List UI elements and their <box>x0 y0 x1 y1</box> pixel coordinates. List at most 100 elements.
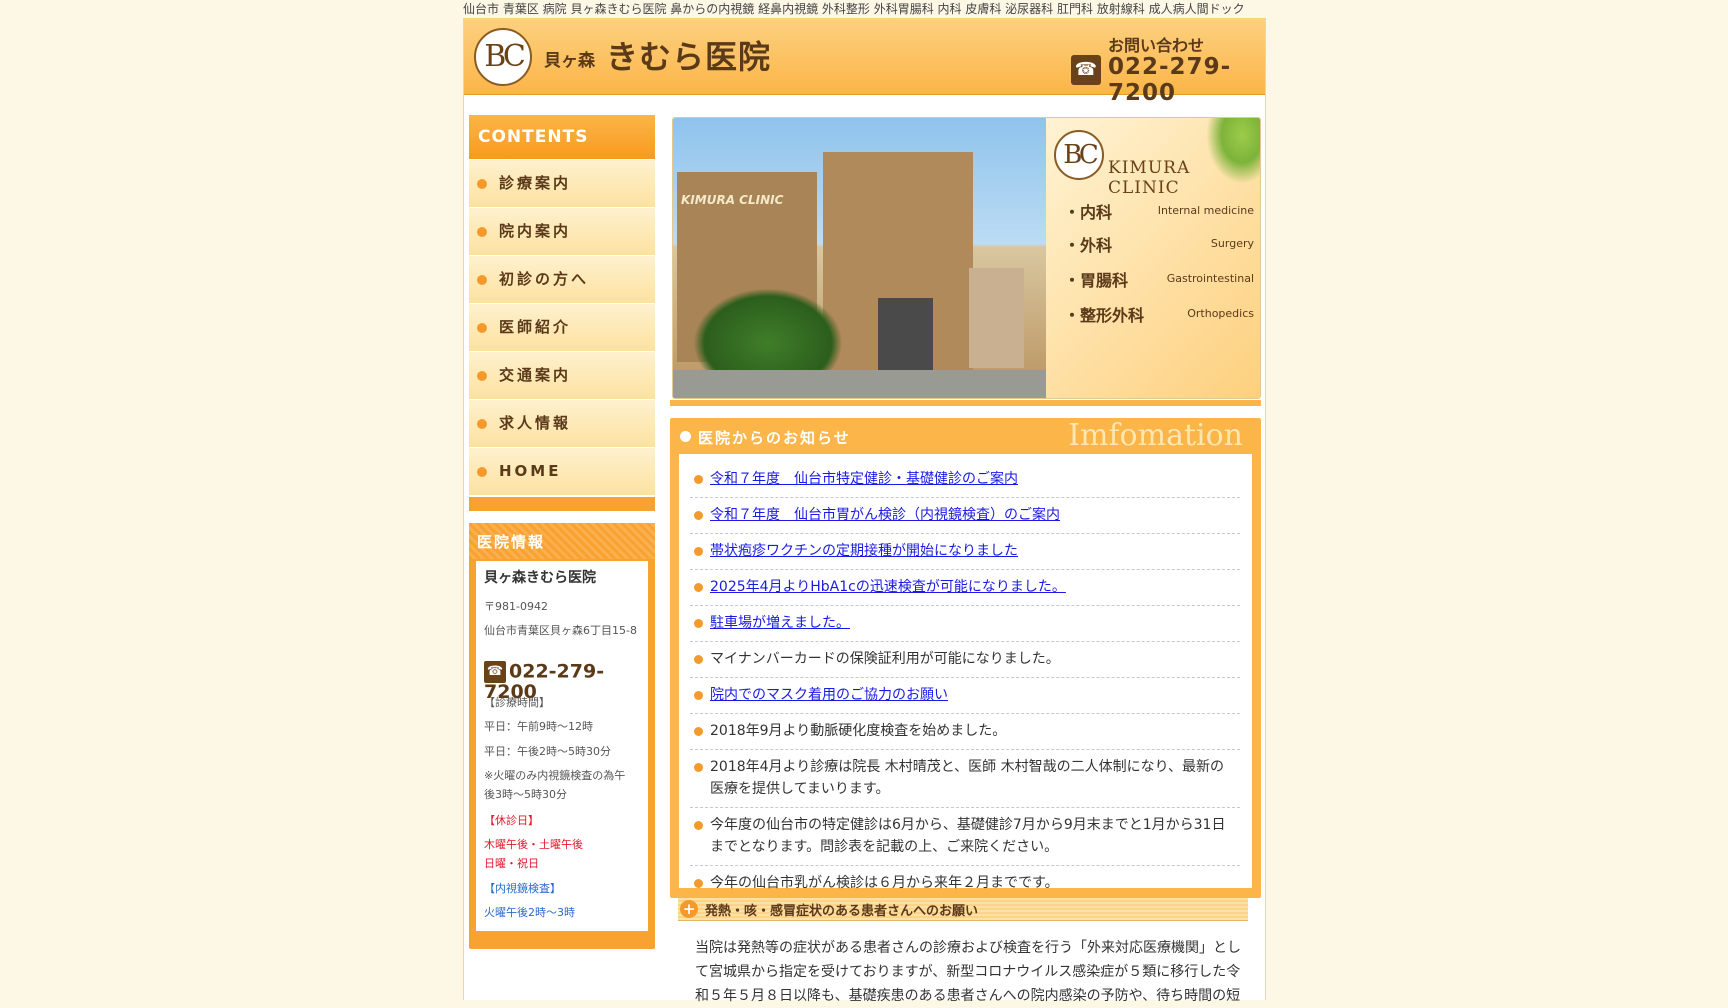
news-item: 帯状疱疹ワクチンの定期接種が開始になりました <box>690 534 1240 570</box>
department-internal: ・内科 Internal medicine <box>1064 199 1254 223</box>
hero-clinic-name: KIMURA CLINIC <box>1108 158 1191 198</box>
news-list: 令和７年度 仙台市特定健診・基礎健診のご案内 令和７年度 仙台市胃がん検診（内視… <box>690 462 1240 901</box>
news-item: 令和７年度 仙台市特定健診・基礎健診のご案内 <box>690 462 1240 498</box>
news-heading-en: Imfomation <box>1068 418 1243 453</box>
bullet-icon <box>694 821 703 830</box>
nav-item-home[interactable]: HOME <box>469 447 655 495</box>
dept-en: Internal medicine <box>1157 204 1254 217</box>
plus-icon: + <box>680 900 698 918</box>
news-item: 今年度の仙台市の特定健診は6月から、基礎健診7月から9月末までと1月から31日ま… <box>690 808 1240 866</box>
page-wrapper: 仙台市 青葉区 病院 貝ヶ森きむら医院 鼻からの内視鏡 経鼻内視鏡 外科整形 外… <box>463 0 1266 1004</box>
bullet-icon <box>694 619 703 628</box>
bullet-icon <box>477 467 487 477</box>
info-closed-1: 木曜午後・土曜午後 <box>484 838 583 851</box>
nav-label: 医師紹介 <box>499 318 572 336</box>
department-surgery: ・外科 Surgery <box>1064 232 1254 256</box>
bullet-icon <box>477 179 487 189</box>
news-text: 今年の仙台市乳がん検診は６月から来年２月までです。 <box>710 875 1059 891</box>
nav-item-recruit[interactable]: 求人情報 <box>469 399 655 447</box>
nav-item-access[interactable]: 交通案内 <box>469 351 655 399</box>
page-container: BC 貝ヶ森 きむら医院 お問い合わせ ☎ 022-279-7200 CONTE… <box>463 18 1266 1004</box>
news-item: 令和７年度 仙台市胃がん検診（内視鏡検査）のご案内 <box>690 498 1240 534</box>
bullet-icon <box>477 323 487 333</box>
hero-logo: BC <box>1054 130 1104 180</box>
dept-jp: ・内科 <box>1064 203 1113 222</box>
info-closed-2: 日曜・祝日 <box>484 857 539 870</box>
hero-departments-panel: BC KIMURA CLINIC ・内科 Internal medicine ・外… <box>1046 118 1260 398</box>
header-phone[interactable]: 022-279-7200 <box>1108 54 1265 106</box>
nav-item-innai[interactable]: 院内案内 <box>469 207 655 255</box>
news-item: 駐車場が増えました。 <box>690 606 1240 642</box>
news-link[interactable]: 駐車場が増えました。 <box>710 615 850 631</box>
info-endo-time: 火曜午後2時～3時 <box>484 906 575 919</box>
bullet-icon <box>694 655 703 664</box>
info-endo-label: 【内視鏡検査】 <box>484 882 561 895</box>
dept-en: Surgery <box>1210 237 1254 250</box>
news-item: 2018年9月より動脈硬化度検査を始めました。 <box>690 714 1240 750</box>
info-closed-label: 【休診日】 <box>484 814 539 827</box>
news-section: 医院からのお知らせ Imfomation 令和７年度 仙台市特定健診・基礎健診の… <box>670 418 1261 898</box>
bullet-icon <box>694 879 703 888</box>
news-text: 今年度の仙台市の特定健診は6月から、基礎健診7月から9月末までと1月から31日ま… <box>710 817 1226 855</box>
info-body: 貝ヶ森きむら医院 〒981-0942 仙台市青葉区貝ヶ森6丁目15-8 ☎ 022… <box>476 561 648 931</box>
nav-label: 診療案内 <box>499 174 572 192</box>
nav-label: 求人情報 <box>499 414 572 432</box>
bullet-icon <box>694 763 703 772</box>
news-header: 医院からのお知らせ Imfomation <box>670 418 1261 454</box>
nav-footer-bar <box>469 497 655 511</box>
building-shape <box>969 268 1024 368</box>
news-link[interactable]: 令和７年度 仙台市胃がん検診（内視鏡検査）のご案内 <box>710 507 1060 523</box>
nav-label: 交通案内 <box>499 366 572 384</box>
info-zip: 〒981-0942 <box>484 600 548 613</box>
logo-text: BC <box>484 39 526 74</box>
sidebar-nav: CONTENTS 診療案内 院内案内 初診の方へ 医師紹介 交通案内 求人情報 … <box>469 115 655 511</box>
notice-heading: 発熱・咳・感冒症状のある患者さんへのお願い <box>705 904 979 919</box>
nav-item-doctor[interactable]: 医師紹介 <box>469 303 655 351</box>
bullet-icon <box>694 475 703 484</box>
news-link[interactable]: 令和７年度 仙台市特定健診・基礎健診のご案内 <box>710 471 1018 487</box>
dept-jp: ・胃腸科 <box>1064 271 1129 290</box>
nav-label: 院内案内 <box>499 222 572 240</box>
phone-icon: ☎ <box>1071 55 1101 85</box>
notice-header: + 発熱・咳・感冒症状のある患者さんへのお願い <box>678 898 1248 921</box>
news-link[interactable]: 帯状疱疹ワクチンの定期接種が開始になりました <box>710 543 1018 559</box>
news-item: 院内でのマスク着用のご協力のお願い <box>690 678 1240 714</box>
phone-icon: ☎ <box>484 661 506 683</box>
bullet-icon <box>477 371 487 381</box>
clinic-logo[interactable]: BC <box>474 28 532 86</box>
news-text: マイナンバーカードの保険証利用が可能になりました。 <box>710 651 1060 667</box>
contact-label: お問い合わせ <box>1108 36 1205 55</box>
building-sign: KIMURA CLINIC <box>681 193 784 207</box>
info-heading: 医院情報 <box>469 523 655 559</box>
info-address: 仙台市青葉区貝ヶ森6丁目15-8 <box>484 624 637 637</box>
info-hours-am: 平日：午前9時～12時 <box>484 720 593 733</box>
info-clinic-name: 貝ヶ森きむら医院 <box>484 570 596 586</box>
nav-item-shoshin[interactable]: 初診の方へ <box>469 255 655 303</box>
info-hours-label: 【診療時間】 <box>484 696 550 709</box>
bullet-icon <box>694 727 703 736</box>
clinic-info-box: 医院情報 貝ヶ森きむら医院 〒981-0942 仙台市青葉区貝ヶ森6丁目15-8… <box>469 523 655 949</box>
dept-jp: ・外科 <box>1064 236 1113 255</box>
site-header: BC 貝ヶ森 きむら医院 お問い合わせ ☎ 022-279-7200 <box>464 18 1265 106</box>
bullet-icon <box>694 547 703 556</box>
dept-jp: ・整形外科 <box>1064 306 1145 325</box>
clinic-name: きむら医院 <box>606 38 772 76</box>
clinic-prefix: 貝ヶ森 <box>544 51 595 71</box>
bullet-icon <box>477 419 487 429</box>
bullet-icon <box>694 511 703 520</box>
news-item: マイナンバーカードの保険証利用が可能になりました。 <box>690 642 1240 678</box>
news-item: 2018年4月より診療は院長 木村晴茂と、医師 木村智哉の二人体制になり、最新の… <box>690 750 1240 808</box>
entrance-shape <box>878 298 933 372</box>
nav-item-shinryo[interactable]: 診療案内 <box>469 159 655 207</box>
news-link[interactable]: 2025年4月よりHbA1cの迅速検査が可能になりました。 <box>710 579 1066 595</box>
seo-keywords: 仙台市 青葉区 病院 貝ヶ森きむら医院 鼻からの内視鏡 経鼻内視鏡 外科整形 外… <box>463 2 1245 16</box>
department-gastro: ・胃腸科 Gastrointestinal <box>1064 267 1254 291</box>
nav-label: HOME <box>499 462 562 480</box>
hero-logo-text: BC <box>1063 140 1098 170</box>
info-hours-pm: 平日：午後2時～5時30分 <box>484 745 611 758</box>
news-item: 今年の仙台市乳がん検診は６月から来年２月までです。 <box>690 866 1240 901</box>
news-link[interactable]: 院内でのマスク着用のご協力のお願い <box>710 687 948 703</box>
nav-label: 初診の方へ <box>499 270 590 288</box>
news-text: 2018年9月より動脈硬化度検査を始めました。 <box>710 723 1007 739</box>
hero-banner: KIMURA CLINIC BC KIMURA CLINIC ・内科 Intern… <box>672 117 1261 399</box>
